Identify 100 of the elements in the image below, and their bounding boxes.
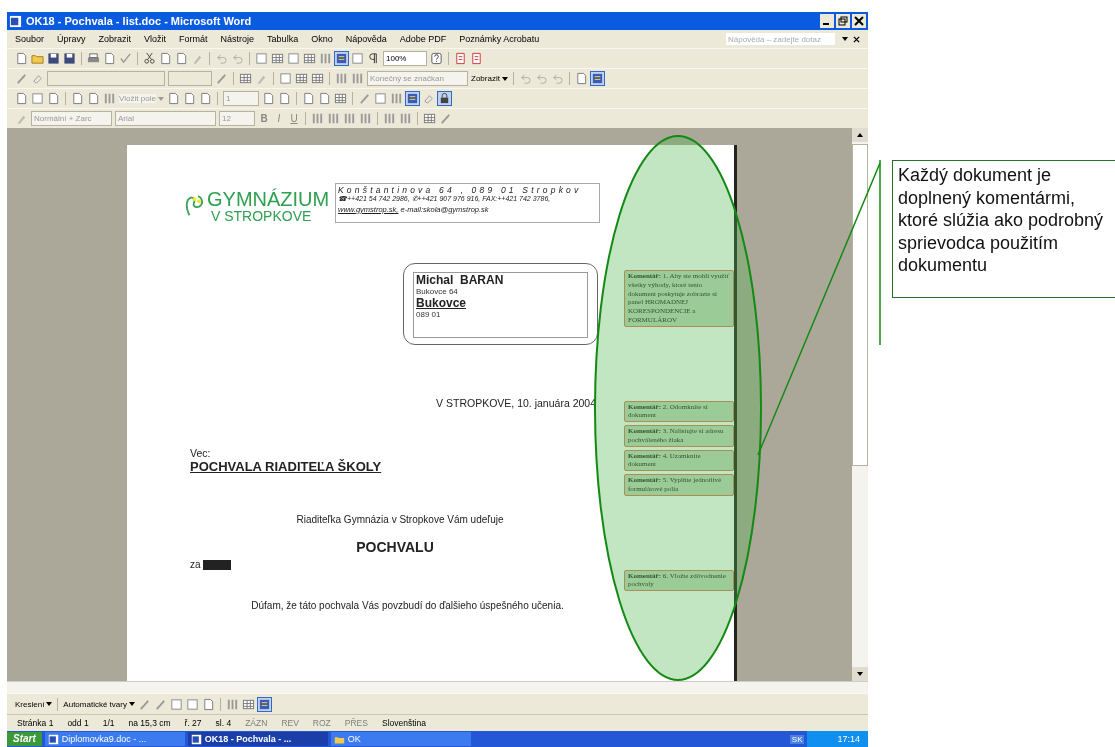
menu-item[interactable]: Formát [179, 34, 208, 44]
document-icon[interactable] [15, 52, 28, 65]
caret-icon[interactable] [842, 37, 848, 41]
menu-item[interactable]: Poznámky Acrobatu [459, 34, 540, 44]
show-menu-button[interactable]: Zobrazit [471, 74, 500, 83]
pdf-icon[interactable] [470, 52, 483, 65]
menu-item[interactable]: Úpravy [57, 34, 86, 44]
frame-icon[interactable] [255, 52, 268, 65]
help-search-field[interactable]: Nápověda – zadejte dotaz [726, 33, 835, 45]
menu-item[interactable]: Vložit [144, 34, 167, 44]
table-icon[interactable] [311, 72, 324, 85]
document-icon[interactable] [301, 92, 315, 105]
vertical-scrollbar[interactable] [852, 128, 868, 681]
frame-icon[interactable] [31, 92, 44, 105]
zoom-dropdown[interactable]: 100% [383, 51, 427, 66]
menu-item[interactable]: Zobrazit [98, 34, 132, 44]
document-map-icon[interactable] [405, 92, 419, 105]
document-map-icon[interactable] [335, 52, 348, 65]
menu-item[interactable]: Okno [311, 34, 333, 44]
pen-icon[interactable] [215, 72, 228, 85]
undo-icon[interactable] [215, 52, 228, 65]
document-icon[interactable] [317, 92, 331, 105]
columns-icon[interactable] [225, 697, 239, 711]
pdf-icon[interactable] [454, 52, 467, 65]
frame-icon[interactable] [373, 92, 387, 105]
document-icon[interactable] [175, 52, 188, 65]
document-icon[interactable] [87, 92, 100, 105]
document-icon[interactable] [198, 92, 212, 105]
document-icon[interactable] [15, 92, 28, 105]
pen-icon[interactable] [357, 92, 371, 105]
menu-item[interactable]: Nástroje [220, 34, 255, 44]
menu-item[interactable]: Tabulka [267, 34, 299, 44]
eraser-icon[interactable] [31, 72, 44, 85]
horizontal-scrollbar[interactable] [7, 681, 868, 693]
reason-form-field[interactable] [202, 559, 231, 570]
markup-view-dropdown[interactable]: Konečný se značkan [367, 71, 468, 86]
italic-button[interactable]: I [273, 113, 285, 124]
document-icon[interactable] [182, 92, 196, 105]
caret-icon[interactable] [501, 76, 508, 81]
columns-icon[interactable] [319, 52, 332, 65]
frame-icon[interactable] [185, 697, 199, 711]
taskbar-button[interactable]: OK [330, 732, 471, 746]
menu-item[interactable]: Soubor [15, 34, 45, 44]
help-icon[interactable] [430, 52, 443, 65]
font-size-dropdown[interactable]: 12 [219, 111, 255, 126]
close-button[interactable] [852, 14, 866, 28]
menu-item[interactable]: Adobe PDF [399, 34, 447, 44]
document-icon[interactable] [47, 92, 60, 105]
pen-icon[interactable] [15, 72, 28, 85]
document-icon[interactable] [574, 72, 588, 85]
table-icon[interactable] [295, 72, 308, 85]
table-icon[interactable] [303, 52, 316, 65]
table-icon[interactable] [271, 52, 284, 65]
pen-icon[interactable] [153, 697, 167, 711]
columns-icon[interactable] [343, 112, 356, 125]
taskbar-button[interactable]: Diplomovka9.doc - ... [44, 732, 185, 746]
draw-menu-button[interactable]: Kreslení [15, 699, 45, 709]
bold-button[interactable]: B [258, 113, 270, 124]
document-icon[interactable] [261, 92, 275, 105]
printer-icon[interactable] [87, 52, 100, 65]
columns-icon[interactable] [399, 112, 412, 125]
columns-icon[interactable] [335, 72, 348, 85]
font-dropdown[interactable]: Arial [115, 111, 216, 126]
paragraph-style-dropdown[interactable]: Normální + Zarc [31, 111, 112, 126]
style-dropdown[interactable] [47, 71, 165, 86]
document-icon[interactable] [159, 52, 172, 65]
frame-icon[interactable] [169, 697, 183, 711]
table-icon[interactable] [333, 92, 347, 105]
table-icon[interactable] [423, 112, 436, 125]
frame-icon[interactable] [287, 52, 300, 65]
language-indicator[interactable]: SK [789, 734, 805, 744]
start-button[interactable]: Start [7, 732, 42, 746]
restore-button[interactable] [836, 14, 850, 28]
caret-icon[interactable] [128, 702, 135, 706]
document-icon[interactable] [166, 92, 180, 105]
columns-icon[interactable] [359, 112, 372, 125]
document-icon[interactable] [103, 52, 116, 65]
document-map-icon[interactable] [257, 697, 271, 711]
padlock-icon[interactable] [437, 92, 451, 105]
menu-item[interactable]: Nápověda [345, 34, 387, 44]
document-icon[interactable] [201, 697, 215, 711]
table-icon[interactable] [241, 697, 255, 711]
record-number-field[interactable]: 1 [222, 91, 259, 106]
table-icon[interactable] [239, 72, 252, 85]
columns-icon[interactable] [383, 112, 396, 125]
cut-icon[interactable] [143, 52, 156, 65]
undo-icon[interactable] [231, 52, 244, 65]
minimize-button[interactable] [820, 14, 834, 28]
document-icon[interactable] [71, 92, 84, 105]
underline-button[interactable]: U [288, 113, 300, 124]
spellcheck-icon[interactable] [119, 52, 132, 65]
columns-icon[interactable] [351, 72, 364, 85]
close-icon[interactable] [853, 35, 860, 43]
columns-icon[interactable] [311, 112, 324, 125]
insert-field-button[interactable]: Vložit pole [119, 94, 156, 103]
pilcrow-icon[interactable] [367, 52, 380, 65]
document-map-icon[interactable] [590, 72, 604, 85]
caret-icon[interactable] [46, 702, 53, 706]
size-dropdown[interactable] [168, 71, 212, 86]
columns-icon[interactable] [103, 92, 116, 105]
